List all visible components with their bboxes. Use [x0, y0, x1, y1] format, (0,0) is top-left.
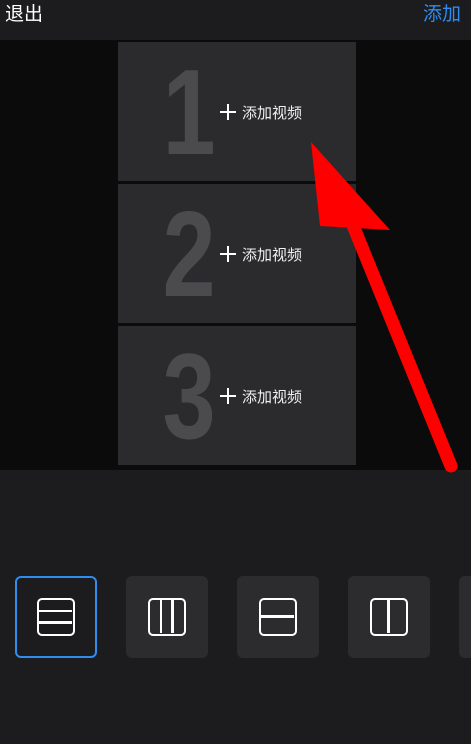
video-slot-3[interactable]: 3 添加视频 [118, 326, 356, 465]
add-video-label: 添加视频 [242, 387, 303, 406]
layout-option-three-columns[interactable] [126, 576, 208, 658]
three-row-layout-icon [37, 598, 75, 636]
slot-number: 2 [162, 186, 216, 322]
add-video-label: 添加视频 [242, 245, 303, 264]
add-video-button[interactable]: 添加视频 [220, 100, 302, 124]
layout-option-partial[interactable] [459, 576, 471, 658]
video-slot-2[interactable]: 2 添加视频 [118, 184, 356, 323]
slot-number: 1 [162, 44, 216, 180]
layout-option-two-rows[interactable] [237, 576, 319, 658]
two-row-layout-icon [259, 598, 297, 636]
slot-number: 3 [162, 328, 216, 464]
layout-option-two-columns[interactable] [348, 576, 430, 658]
two-column-layout-icon [370, 598, 408, 636]
add-video-button[interactable]: 添加视频 [220, 242, 302, 266]
video-slot-1[interactable]: 1 添加视频 [118, 42, 356, 181]
top-bar: 退出 添加 [0, 0, 471, 40]
plus-icon [220, 104, 236, 120]
add-button[interactable]: 添加 [423, 0, 461, 28]
layout-option-three-rows[interactable] [15, 576, 97, 658]
plus-icon [220, 388, 236, 404]
plus-icon [220, 246, 236, 262]
exit-button[interactable]: 退出 [5, 0, 43, 28]
add-video-button[interactable]: 添加视频 [220, 384, 302, 408]
layout-picker-panel [0, 470, 471, 744]
three-column-layout-icon [148, 598, 186, 636]
add-video-label: 添加视频 [242, 103, 303, 122]
preview-canvas: 1 添加视频 2 添加视频 3 添加视频 [0, 40, 471, 470]
